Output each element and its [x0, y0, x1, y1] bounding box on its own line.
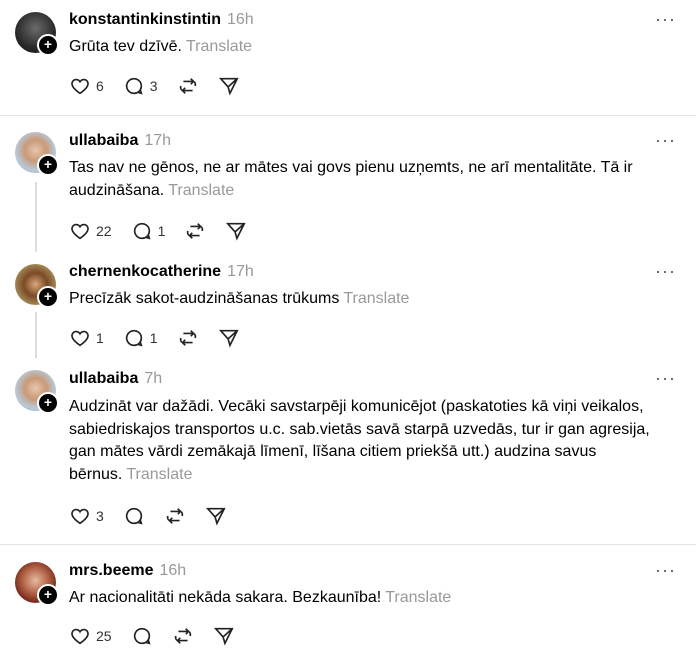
more-options-icon[interactable]: ···	[655, 369, 676, 387]
heart-icon	[71, 78, 89, 95]
comment-icon	[125, 507, 143, 525]
comment-icon	[133, 627, 151, 645]
heart-icon	[71, 628, 89, 645]
username[interactable]: ullabaiba	[69, 132, 138, 149]
post-text: Tas nav ne gēnos, ne ar mātes vai govs p…	[69, 159, 633, 199]
repost-button[interactable]	[177, 75, 199, 97]
repost-button[interactable]	[184, 220, 206, 242]
avatar[interactable]: +	[15, 132, 59, 176]
like-button[interactable]: 1	[69, 327, 104, 349]
like-button[interactable]: 3	[69, 505, 104, 527]
comment-icon	[125, 329, 143, 347]
translate-link[interactable]: Translate	[343, 290, 409, 307]
share-button[interactable]	[205, 505, 227, 527]
more-options-icon[interactable]: ···	[655, 131, 676, 149]
timestamp[interactable]: 17h	[144, 132, 171, 149]
repost-icon	[179, 330, 196, 346]
translate-link[interactable]: Translate	[168, 182, 234, 199]
heart-icon	[71, 508, 89, 525]
like-button[interactable]: 22	[69, 220, 112, 242]
translate-link[interactable]: Translate	[186, 38, 252, 55]
like-button[interactable]: 25	[69, 625, 112, 647]
reply-button[interactable]: 1	[123, 327, 158, 349]
follow-plus-icon[interactable]: +	[37, 154, 59, 176]
share-button[interactable]	[218, 327, 240, 349]
repost-icon	[166, 508, 183, 524]
comment-icon	[133, 222, 151, 240]
like-count: 22	[96, 223, 112, 239]
divider	[0, 544, 696, 545]
send-icon	[213, 627, 234, 646]
post-text: Ar nacionalitāti nekāda sakara. Bezkaunī…	[69, 589, 382, 606]
more-options-icon[interactable]: ···	[655, 561, 676, 579]
repost-icon	[187, 223, 204, 239]
heart-icon	[71, 330, 89, 347]
like-count: 1	[96, 330, 104, 346]
post-text: Grūta tev dzīvē.	[69, 38, 182, 55]
more-options-icon[interactable]: ···	[655, 10, 676, 28]
like-button[interactable]: 6	[69, 75, 104, 97]
like-count: 6	[96, 78, 104, 94]
username[interactable]: ullabaiba	[69, 370, 138, 387]
follow-plus-icon[interactable]: +	[37, 392, 59, 414]
username[interactable]: konstantinkinstintin	[69, 11, 221, 28]
reply-count: 3	[149, 78, 158, 94]
reply-count: 1	[149, 330, 158, 346]
share-button[interactable]	[213, 625, 235, 647]
username[interactable]: mrs.beeme	[69, 562, 154, 579]
translate-link[interactable]: Translate	[126, 466, 192, 483]
avatar[interactable]: +	[15, 370, 59, 414]
repost-button[interactable]	[164, 505, 186, 527]
post-text: Precīzāk sakot-audzināšanas trūkums	[69, 290, 340, 307]
reply-button[interactable]: 1	[131, 220, 166, 242]
share-button[interactable]	[225, 220, 247, 242]
divider	[0, 115, 696, 116]
thread-line	[35, 312, 37, 358]
more-options-icon[interactable]: ···	[655, 262, 676, 280]
follow-plus-icon[interactable]: +	[37, 34, 59, 56]
follow-plus-icon[interactable]: +	[37, 584, 59, 606]
timestamp[interactable]: 16h	[160, 562, 187, 579]
username[interactable]: chernenkocatherine	[69, 263, 221, 280]
send-icon	[218, 329, 239, 348]
thread-line	[35, 182, 37, 252]
send-icon	[226, 222, 246, 241]
avatar[interactable]: +	[15, 12, 59, 56]
heart-icon	[71, 223, 89, 240]
send-icon	[218, 77, 239, 96]
repost-button[interactable]	[177, 327, 199, 349]
follow-plus-icon[interactable]: +	[37, 286, 59, 308]
avatar[interactable]: +	[15, 562, 59, 606]
repost-icon	[179, 78, 196, 94]
comment-icon	[125, 77, 143, 95]
send-icon	[205, 507, 226, 526]
reply-button[interactable]: 3	[123, 75, 158, 97]
reply-button[interactable]	[131, 625, 153, 647]
like-count: 3	[96, 508, 104, 524]
timestamp[interactable]: 16h	[227, 11, 254, 28]
share-button[interactable]	[218, 75, 240, 97]
timestamp[interactable]: 7h	[144, 370, 162, 387]
timestamp[interactable]: 17h	[227, 263, 254, 280]
avatar[interactable]: +	[15, 264, 59, 308]
reply-button[interactable]	[123, 505, 145, 527]
reply-count: 1	[157, 223, 166, 239]
repost-icon	[174, 628, 191, 644]
like-count: 25	[96, 628, 112, 644]
translate-link[interactable]: Translate	[385, 589, 451, 606]
repost-button[interactable]	[172, 625, 194, 647]
